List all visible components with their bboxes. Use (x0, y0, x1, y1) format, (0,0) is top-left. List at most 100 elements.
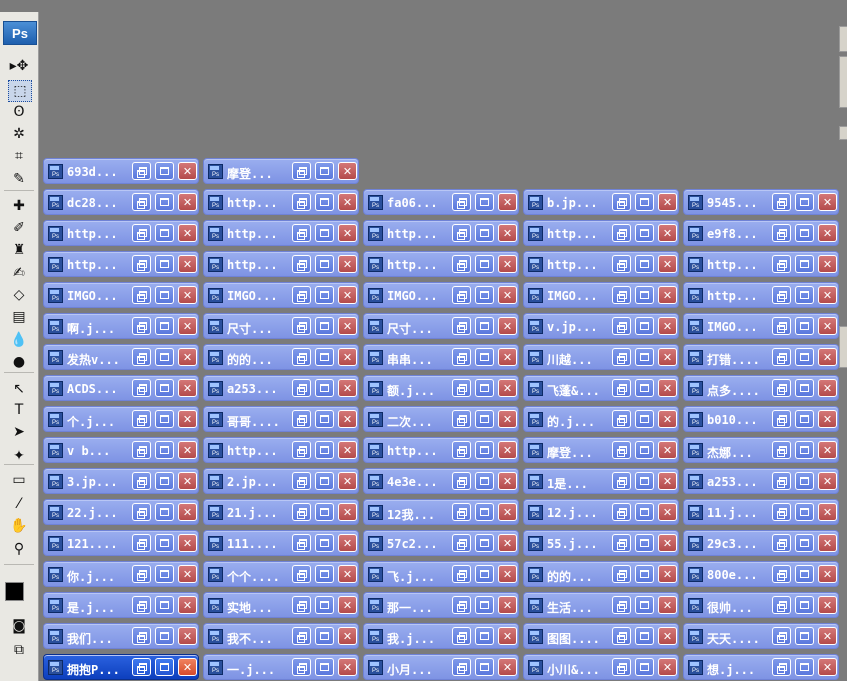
restore-window-button[interactable] (612, 472, 631, 490)
minimized-document-bar[interactable]: Ps 杰娜... ✕ (683, 437, 839, 463)
maximize-window-button[interactable] (315, 658, 334, 676)
hand-tool-icon[interactable]: ✋ (8, 516, 30, 536)
minimized-document-bar[interactable]: Ps 12.j... ✕ (523, 499, 679, 525)
maximize-window-button[interactable] (635, 534, 654, 552)
restore-window-button[interactable] (772, 658, 791, 676)
maximize-window-button[interactable] (315, 193, 334, 211)
restore-window-button[interactable] (772, 317, 791, 335)
maximize-window-button[interactable] (475, 348, 494, 366)
minimized-document-bar[interactable]: Ps 12我... ✕ (363, 499, 519, 525)
minimized-document-bar[interactable]: Ps IMGO... ✕ (363, 282, 519, 308)
minimized-document-bar[interactable]: Ps http... ✕ (43, 251, 199, 277)
minimized-document-bar[interactable]: Ps 尺寸... ✕ (363, 313, 519, 339)
close-window-button[interactable]: ✕ (178, 317, 197, 335)
minimized-document-bar[interactable]: Ps 摩登... ✕ (203, 158, 359, 184)
restore-window-button[interactable] (772, 596, 791, 614)
maximize-window-button[interactable] (795, 193, 814, 211)
minimized-document-bar[interactable]: Ps IMGO... ✕ (203, 282, 359, 308)
close-window-button[interactable]: ✕ (178, 379, 197, 397)
restore-window-button[interactable] (292, 534, 311, 552)
maximize-window-button[interactable] (635, 503, 654, 521)
maximize-window-button[interactable] (635, 410, 654, 428)
maximize-window-button[interactable] (155, 596, 174, 614)
minimized-document-bar[interactable]: Ps 121.... ✕ (43, 530, 199, 556)
maximize-window-button[interactable] (475, 596, 494, 614)
minimized-document-bar[interactable]: Ps 很帅... ✕ (683, 592, 839, 618)
maximize-window-button[interactable] (475, 379, 494, 397)
minimized-document-bar[interactable]: Ps a253... ✕ (683, 468, 839, 494)
minimized-document-bar[interactable]: Ps b.jp... ✕ (523, 189, 679, 215)
restore-window-button[interactable] (132, 503, 151, 521)
close-window-button[interactable]: ✕ (818, 627, 837, 645)
clone-stamp-tool-icon[interactable]: ♜ (8, 240, 30, 260)
restore-window-button[interactable] (292, 503, 311, 521)
maximize-window-button[interactable] (155, 503, 174, 521)
close-window-button[interactable]: ✕ (658, 627, 677, 645)
maximize-window-button[interactable] (315, 410, 334, 428)
maximize-window-button[interactable] (475, 317, 494, 335)
minimized-document-bar[interactable]: Ps 天天.... ✕ (683, 623, 839, 649)
minimized-document-bar[interactable]: Ps dc28... ✕ (43, 189, 199, 215)
minimized-document-bar[interactable]: Ps 额.j... ✕ (363, 375, 519, 401)
maximize-window-button[interactable] (795, 627, 814, 645)
close-window-button[interactable]: ✕ (498, 658, 517, 676)
maximize-window-button[interactable] (635, 627, 654, 645)
minimized-document-bar[interactable]: Ps 4e3e... ✕ (363, 468, 519, 494)
maximize-window-button[interactable] (635, 317, 654, 335)
minimized-document-bar[interactable]: Ps 小月... ✕ (363, 654, 519, 680)
maximize-window-button[interactable] (635, 286, 654, 304)
close-window-button[interactable]: ✕ (658, 658, 677, 676)
close-window-button[interactable]: ✕ (658, 441, 677, 459)
close-window-button[interactable]: ✕ (178, 410, 197, 428)
maximize-window-button[interactable] (155, 286, 174, 304)
restore-window-button[interactable] (132, 379, 151, 397)
maximize-window-button[interactable] (155, 348, 174, 366)
minimized-document-bar[interactable]: Ps IMGO... ✕ (683, 313, 839, 339)
close-window-button[interactable]: ✕ (658, 317, 677, 335)
minimized-document-bar[interactable]: Ps 是.j... ✕ (43, 592, 199, 618)
restore-window-button[interactable] (132, 162, 151, 180)
close-window-button[interactable]: ✕ (658, 193, 677, 211)
close-window-button[interactable]: ✕ (658, 410, 677, 428)
maximize-window-button[interactable] (315, 534, 334, 552)
brush-tool-icon[interactable]: ✐ (8, 218, 30, 238)
close-window-button[interactable]: ✕ (178, 348, 197, 366)
healing-brush-tool-icon[interactable]: ✚ (8, 196, 30, 216)
close-window-button[interactable]: ✕ (338, 596, 357, 614)
close-window-button[interactable]: ✕ (658, 224, 677, 242)
restore-window-button[interactable] (452, 317, 471, 335)
close-window-button[interactable]: ✕ (498, 286, 517, 304)
restore-window-button[interactable] (772, 503, 791, 521)
restore-window-button[interactable] (612, 348, 631, 366)
minimized-document-bar[interactable]: Ps 的.j... ✕ (523, 406, 679, 432)
close-window-button[interactable]: ✕ (658, 286, 677, 304)
close-window-button[interactable]: ✕ (498, 410, 517, 428)
slice-tool-icon[interactable]: ✎ (8, 169, 30, 189)
maximize-window-button[interactable] (315, 503, 334, 521)
close-window-button[interactable]: ✕ (338, 255, 357, 273)
close-window-button[interactable]: ✕ (498, 534, 517, 552)
custom-shape-tool-icon[interactable]: ✦ (8, 446, 30, 466)
direct-selection-tool-icon[interactable]: ➤ (8, 422, 30, 442)
minimized-document-bar[interactable]: Ps IMGO... ✕ (43, 282, 199, 308)
restore-window-button[interactable] (612, 565, 631, 583)
minimized-document-bar[interactable]: Ps 2.jp... ✕ (203, 468, 359, 494)
maximize-window-button[interactable] (635, 255, 654, 273)
maximize-window-button[interactable] (315, 627, 334, 645)
maximize-window-button[interactable] (635, 596, 654, 614)
lasso-tool-icon[interactable]: ʘ (8, 102, 30, 122)
close-window-button[interactable]: ✕ (338, 534, 357, 552)
maximize-window-button[interactable] (155, 627, 174, 645)
maximize-window-button[interactable] (635, 472, 654, 490)
close-window-button[interactable]: ✕ (338, 503, 357, 521)
restore-window-button[interactable] (772, 534, 791, 552)
close-window-button[interactable]: ✕ (818, 348, 837, 366)
maximize-window-button[interactable] (475, 224, 494, 242)
maximize-window-button[interactable] (795, 534, 814, 552)
maximize-window-button[interactable] (315, 379, 334, 397)
minimized-document-bar[interactable]: Ps 个.j... ✕ (43, 406, 199, 432)
close-window-button[interactable]: ✕ (658, 596, 677, 614)
foreground-color-swatch[interactable] (5, 582, 24, 601)
restore-window-button[interactable] (452, 286, 471, 304)
maximize-window-button[interactable] (475, 286, 494, 304)
